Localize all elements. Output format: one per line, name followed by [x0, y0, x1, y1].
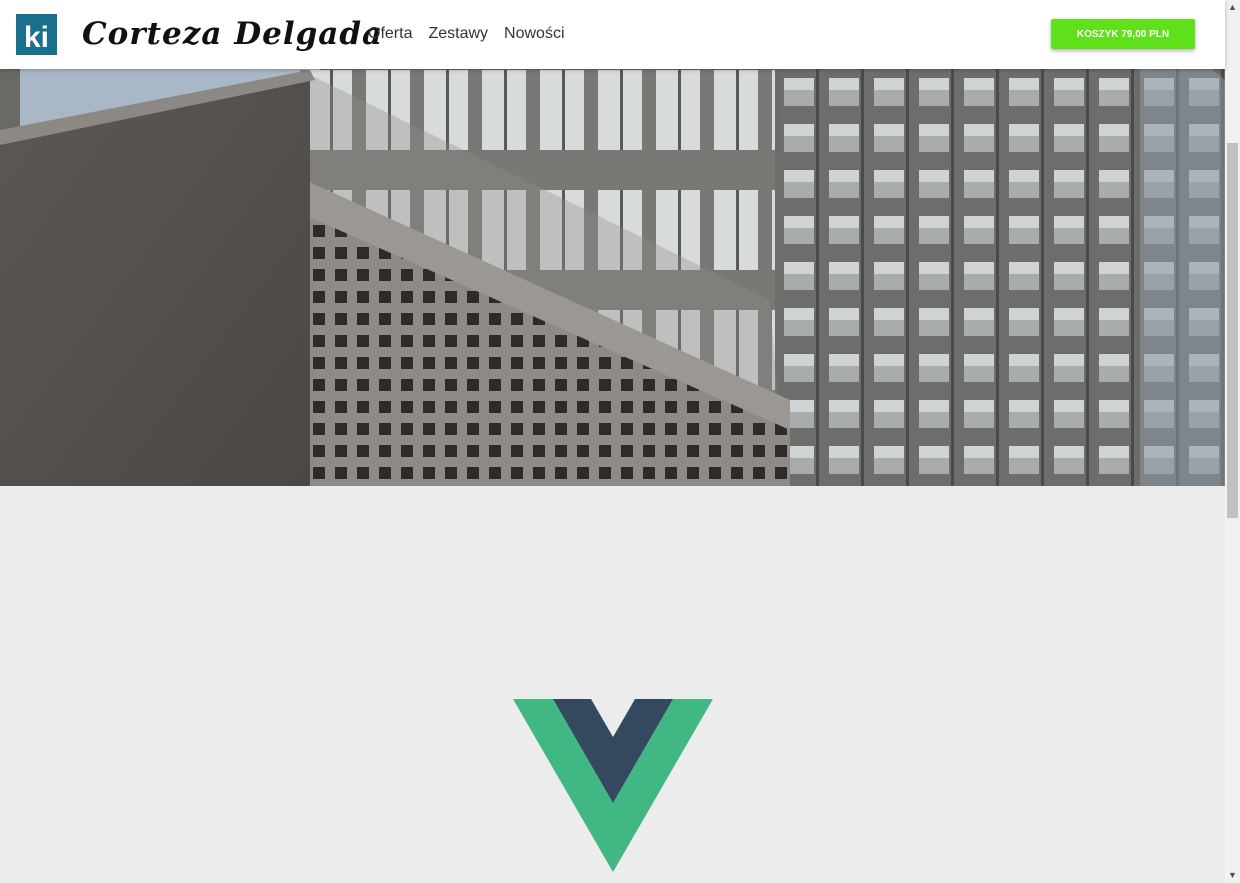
scrollbar-thumb[interactable]	[1227, 143, 1238, 518]
chevron-up-icon[interactable]: ▲	[1225, 0, 1240, 15]
brand-name[interactable]: Corteza Delgada	[82, 12, 383, 56]
logo-text: ki	[24, 21, 49, 54]
vertical-scrollbar[interactable]: ▲ ▼	[1225, 0, 1240, 883]
top-navbar: ki Corteza Delgada Oferta Zestawy Nowośc…	[0, 0, 1225, 69]
nav-item-nowosci[interactable]: Nowości	[504, 24, 564, 44]
main-content	[0, 486, 1225, 883]
cart-button[interactable]: KOSZYK 79,00 PLN	[1051, 19, 1195, 49]
ki-logo-icon[interactable]: ki	[16, 14, 57, 55]
nav-item-oferta[interactable]: Oferta	[368, 24, 412, 44]
vue-logo-icon	[513, 699, 713, 872]
main-nav: Oferta Zestawy Nowości	[368, 24, 565, 44]
hero-image	[0, 0, 1225, 486]
page: ki Corteza Delgada Oferta Zestawy Nowośc…	[0, 0, 1240, 883]
chevron-down-icon[interactable]: ▼	[1225, 868, 1240, 883]
nav-item-zestawy[interactable]: Zestawy	[428, 24, 488, 44]
